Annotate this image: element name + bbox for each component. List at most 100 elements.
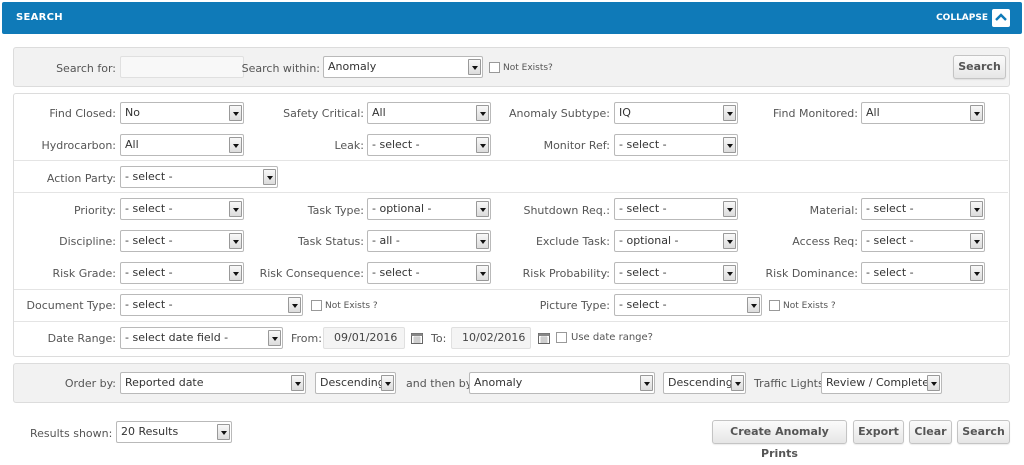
- chevron-down-icon: [970, 105, 983, 121]
- chevron-down-icon: [263, 169, 276, 185]
- access-req-select[interactable]: - select -: [861, 230, 985, 252]
- task-status-select[interactable]: - all -: [367, 230, 491, 252]
- then-direction-select[interactable]: Descending: [663, 372, 746, 394]
- exclude-task-select[interactable]: - optional -: [614, 230, 738, 252]
- date-range-select[interactable]: - select date field -: [120, 327, 283, 349]
- order-by-value: Reported date: [125, 376, 204, 389]
- shutdown-req-value: - select -: [619, 202, 667, 215]
- task-type-value: - optional -: [372, 202, 432, 215]
- anomaly-subtype-label: Anomaly Subtype:: [509, 107, 610, 120]
- search-button-top[interactable]: Search: [953, 55, 1006, 79]
- find-monitored-label: Find Monitored:: [772, 107, 858, 120]
- document-not-exists-checkbox[interactable]: [311, 300, 322, 311]
- risk-grade-select[interactable]: - select -: [120, 262, 244, 284]
- chevron-down-icon: [723, 233, 736, 249]
- collapse-button[interactable]: [992, 9, 1010, 27]
- priority-select[interactable]: - select -: [120, 198, 244, 220]
- order-by-label: Order by:: [64, 377, 116, 390]
- task-status-label: Task Status:: [298, 235, 364, 248]
- search-button-bottom[interactable]: Search: [957, 420, 1010, 444]
- discipline-select[interactable]: - select -: [120, 230, 244, 252]
- hydrocarbon-select[interactable]: All: [120, 134, 244, 156]
- calendar-icon[interactable]: [411, 332, 423, 344]
- filters-divider: [14, 160, 1008, 161]
- risk-probability-select[interactable]: - select -: [614, 262, 738, 284]
- search-within-label: Search within:: [241, 62, 320, 75]
- filters-divider: [14, 289, 1008, 290]
- monitor-ref-select[interactable]: - select -: [614, 134, 738, 156]
- search-within-select[interactable]: Anomaly: [323, 56, 483, 78]
- results-shown-label: Results shown:: [30, 427, 113, 440]
- chevron-down-icon: [723, 265, 736, 281]
- calendar-icon[interactable]: [538, 332, 550, 344]
- chevron-down-icon: [229, 201, 242, 217]
- chevron-down-icon: [229, 265, 242, 281]
- hydrocarbon-value: All: [125, 138, 139, 151]
- chevron-down-icon: [723, 105, 736, 121]
- search-header: SEARCH COLLAPSE: [2, 2, 1022, 34]
- chevron-down-icon: [476, 201, 489, 217]
- chevron-down-icon: [970, 265, 983, 281]
- risk-dominance-label: Risk Dominance:: [765, 267, 858, 280]
- chevron-down-icon: [229, 233, 242, 249]
- leak-value: - select -: [372, 138, 420, 151]
- then-by-select[interactable]: Anomaly: [469, 372, 655, 394]
- priority-value: - select -: [125, 202, 173, 215]
- leak-label: Leak:: [334, 139, 364, 152]
- chevron-down-icon: [229, 137, 242, 153]
- export-button[interactable]: Export: [853, 420, 904, 444]
- date-to-input[interactable]: 10/02/2016: [451, 327, 531, 349]
- results-shown-value: 20 Results: [121, 425, 179, 438]
- order-by-select[interactable]: Reported date: [120, 372, 306, 394]
- document-type-value: - select -: [125, 298, 173, 311]
- shutdown-req-select[interactable]: - select -: [614, 198, 738, 220]
- use-date-range-checkbox[interactable]: [556, 332, 567, 343]
- anomaly-subtype-select[interactable]: IQ: [614, 102, 738, 124]
- find-closed-select[interactable]: No: [120, 102, 244, 124]
- chevron-down-icon: [476, 265, 489, 281]
- picture-not-exists-label: Not Exists ?: [783, 301, 836, 311]
- picture-type-select[interactable]: - select -: [614, 294, 762, 316]
- discipline-value: - select -: [125, 234, 173, 247]
- filters-panel: [13, 93, 1010, 357]
- document-type-select[interactable]: - select -: [120, 294, 303, 316]
- chevron-down-icon: [476, 137, 489, 153]
- access-req-value: - select -: [866, 234, 914, 247]
- document-not-exists-label: Not Exists ?: [325, 301, 378, 311]
- search-not-exists-checkbox[interactable]: [489, 62, 500, 73]
- safety-critical-select[interactable]: All: [367, 102, 491, 124]
- risk-consequence-value: - select -: [372, 266, 420, 279]
- exclude-task-label: Exclude Task:: [535, 235, 610, 248]
- action-party-select[interactable]: - select -: [120, 166, 278, 188]
- traffic-lights-select[interactable]: Review / Complete: [821, 372, 942, 394]
- picture-not-exists-checkbox[interactable]: [769, 300, 780, 311]
- search-for-input[interactable]: [120, 56, 244, 78]
- use-date-range-label: Use date range?: [571, 332, 653, 343]
- date-to-label: To:: [431, 332, 447, 345]
- find-closed-value: No: [125, 106, 140, 119]
- risk-consequence-select[interactable]: - select -: [367, 262, 491, 284]
- risk-dominance-select[interactable]: - select -: [861, 262, 985, 284]
- material-select[interactable]: - select -: [861, 198, 985, 220]
- exclude-task-value: - optional -: [619, 234, 679, 247]
- then-by-value: Anomaly: [474, 376, 523, 389]
- clear-button[interactable]: Clear: [909, 420, 952, 444]
- risk-grade-label: Risk Grade:: [52, 267, 116, 280]
- safety-critical-value: All: [372, 106, 386, 119]
- task-type-label: Task Type:: [307, 204, 364, 217]
- results-shown-select[interactable]: 20 Results: [116, 421, 232, 443]
- create-anomaly-prints-button[interactable]: Create Anomaly Prints: [712, 420, 847, 460]
- document-type-label: Document Type:: [26, 299, 116, 312]
- priority-label: Priority:: [73, 204, 116, 217]
- date-from-input[interactable]: 09/01/2016: [323, 327, 405, 349]
- action-party-label: Action Party:: [46, 172, 116, 185]
- leak-select[interactable]: - select -: [367, 134, 491, 156]
- order-direction-select[interactable]: Descending: [315, 372, 396, 394]
- collapse-label[interactable]: COLLAPSE: [936, 13, 988, 23]
- date-from-label: From:: [291, 332, 322, 345]
- filters-divider: [14, 321, 1008, 322]
- order-direction-value: Descending: [320, 376, 385, 389]
- find-monitored-select[interactable]: All: [861, 102, 985, 124]
- safety-critical-label: Safety Critical:: [283, 107, 364, 120]
- task-type-select[interactable]: - optional -: [367, 198, 491, 220]
